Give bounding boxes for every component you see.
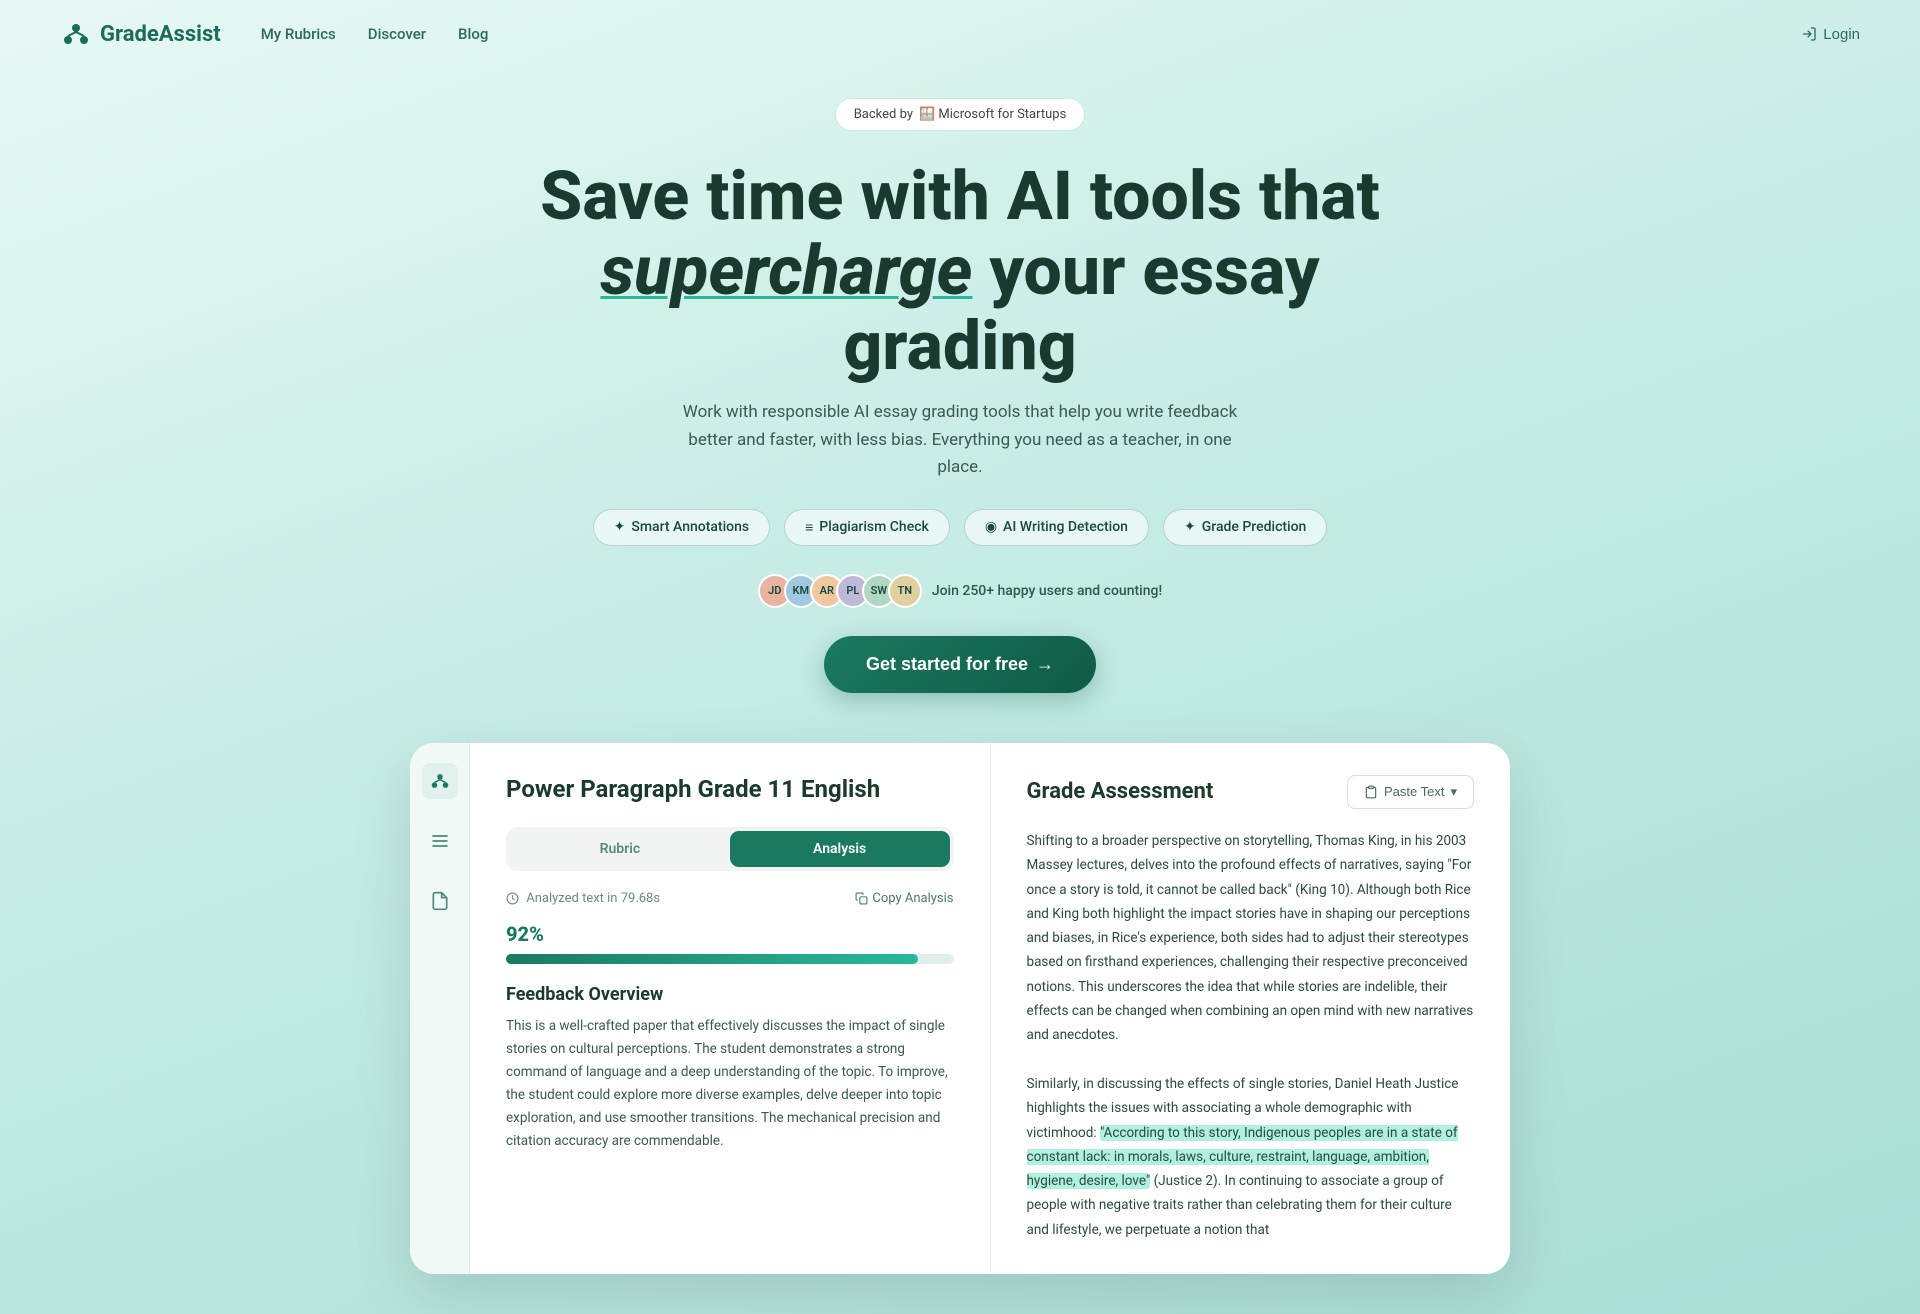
logo-icon xyxy=(60,18,92,50)
pill-icon-0: ✦ xyxy=(614,519,626,535)
nav-blog[interactable]: Blog xyxy=(458,25,488,43)
hero-supercharge: supercharge xyxy=(600,231,972,311)
progress-bar-background xyxy=(506,954,954,964)
analyzed-row: Analyzed text in 79.68s Copy Analysis xyxy=(506,891,954,906)
right-title: Grade Assessment xyxy=(1027,779,1214,804)
progress-section: 92% xyxy=(506,922,954,964)
progress-percentage: 92% xyxy=(506,922,544,946)
pill-label-1: Plagiarism Check xyxy=(819,519,929,535)
nav-discover[interactable]: Discover xyxy=(368,25,426,43)
feedback-text: This is a well-crafted paper that effect… xyxy=(506,1015,954,1153)
sidebar-file-icon[interactable] xyxy=(422,883,458,919)
tab-row: Rubric Analysis xyxy=(506,827,954,871)
social-proof: JD KM AR PL SW TN Join 250+ happy users … xyxy=(758,574,1162,608)
pill-label-2: AI Writing Detection xyxy=(1003,519,1128,535)
tab-rubric[interactable]: Rubric xyxy=(510,831,730,867)
feature-pills: ✦ Smart Annotations ≡ Plagiarism Check ◉… xyxy=(593,509,1328,546)
paste-text-button[interactable]: Paste Text ▾ xyxy=(1347,775,1474,809)
demo-sidebar xyxy=(410,743,470,1274)
backed-badge: Backed by 🪟 Microsoft for Startups xyxy=(835,98,1086,131)
navbar: GradeAssist My Rubrics Discover Blog Log… xyxy=(0,0,1920,68)
paste-icon xyxy=(1364,785,1378,799)
backed-prefix: Backed by xyxy=(854,107,913,122)
backed-company: 🪟 Microsoft for Startups xyxy=(919,107,1066,122)
pill-label-0: Smart Annotations xyxy=(631,519,749,535)
demo-left-panel: Power Paragraph Grade 11 English Rubric … xyxy=(470,743,991,1274)
pill-plagiarism[interactable]: ≡ Plagiarism Check xyxy=(784,509,950,546)
pill-ai-detection[interactable]: ◉ AI Writing Detection xyxy=(964,509,1149,546)
cta-label: Get started for free xyxy=(866,654,1028,675)
feedback-section: Feedback Overview This is a well-crafted… xyxy=(506,984,954,1153)
clock-icon xyxy=(506,892,519,905)
login-label: Login xyxy=(1823,26,1860,43)
progress-bar-fill xyxy=(506,954,918,964)
pill-label-3: Grade Prediction xyxy=(1202,519,1307,535)
copy-analysis-btn[interactable]: Copy Analysis xyxy=(855,891,953,906)
sidebar-logo-icon[interactable] xyxy=(422,763,458,799)
hero-subtitle: Work with responsible AI essay grading t… xyxy=(680,399,1240,481)
panel-title: Power Paragraph Grade 11 English xyxy=(506,775,954,803)
nav-links: My Rubrics Discover Blog xyxy=(261,25,489,43)
social-proof-text: Join 250+ happy users and counting! xyxy=(932,583,1162,599)
logo[interactable]: GradeAssist xyxy=(60,18,221,50)
avatar-stack: JD KM AR PL SW TN xyxy=(758,574,922,608)
progress-header: 92% xyxy=(506,922,954,946)
pill-icon-3: ✦ xyxy=(1184,519,1196,535)
sidebar-list-icon[interactable] xyxy=(422,823,458,859)
logo-text: GradeAssist xyxy=(100,22,221,47)
demo-right-panel: Grade Assessment Paste Text ▾ Shifting t… xyxy=(991,743,1511,1274)
feedback-title: Feedback Overview xyxy=(506,984,954,1005)
tab-analysis[interactable]: Analysis xyxy=(730,831,950,867)
pill-icon-1: ≡ xyxy=(805,519,813,536)
right-header: Grade Assessment Paste Text ▾ xyxy=(1027,775,1475,809)
hero-title-line1: Save time with AI tools that xyxy=(540,156,1380,236)
hero-section: Backed by 🪟 Microsoft for Startups Save … xyxy=(0,68,1920,733)
analyzed-time: Analyzed text in 79.68s xyxy=(506,891,660,906)
hero-title: Save time with AI tools that supercharge… xyxy=(510,159,1410,383)
essay-text: Shifting to a broader perspective on sto… xyxy=(1027,829,1475,1242)
navbar-left: GradeAssist My Rubrics Discover Blog xyxy=(60,18,488,50)
pill-icon-2: ◉ xyxy=(985,519,997,535)
login-button[interactable]: Login xyxy=(1801,26,1860,43)
pill-grade-prediction[interactable]: ✦ Grade Prediction xyxy=(1163,509,1327,546)
nav-my-rubrics[interactable]: My Rubrics xyxy=(261,25,336,43)
pill-smart-annotations[interactable]: ✦ Smart Annotations xyxy=(593,509,770,546)
demo-section: Power Paragraph Grade 11 English Rubric … xyxy=(410,743,1510,1274)
get-started-button[interactable]: Get started for free → xyxy=(824,636,1096,693)
essay-part1: Shifting to a broader perspective on sto… xyxy=(1027,833,1474,1043)
login-icon xyxy=(1801,26,1817,42)
chevron-down-icon: ▾ xyxy=(1450,784,1457,800)
avatar-5: TN xyxy=(888,574,922,608)
copy-icon xyxy=(855,892,868,905)
arrow-right-icon: → xyxy=(1036,654,1054,675)
